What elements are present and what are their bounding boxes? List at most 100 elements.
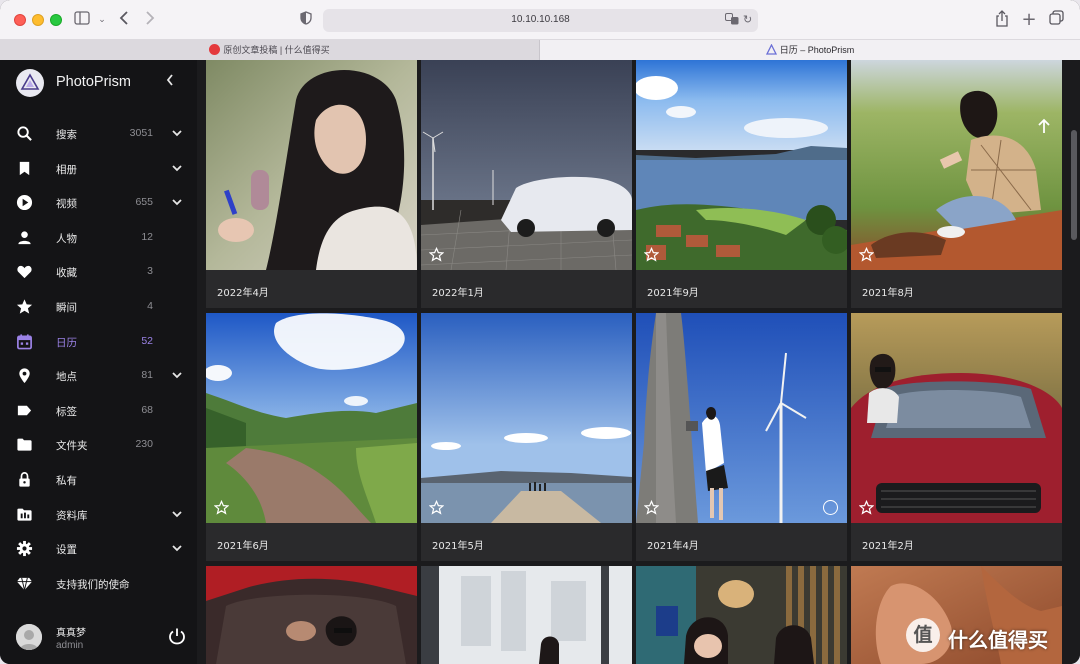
star-icon[interactable] <box>214 500 229 515</box>
month-card[interactable]: 2022年4月 <box>206 60 417 308</box>
month-card[interactable]: 2021年9月 <box>636 60 847 308</box>
chevron-down-icon[interactable] <box>170 541 184 555</box>
chevron-down-icon[interactable]: ⌄ <box>92 10 112 30</box>
month-thumbnail[interactable] <box>636 313 847 523</box>
star-icon <box>16 299 33 314</box>
close-window-button[interactable] <box>14 14 26 26</box>
month-label: 2021年5月 <box>432 541 484 552</box>
month-card[interactable]: 2021年4月 <box>636 313 847 561</box>
month-thumbnail[interactable] <box>206 60 417 270</box>
month-label: 2022年4月 <box>217 288 269 299</box>
minimize-window-button[interactable] <box>32 14 44 26</box>
tab-photoprism[interactable]: 日历 – PhotoPrism <box>540 40 1080 60</box>
sidebar-toggle-icon[interactable] <box>72 10 92 30</box>
sidebar-item-library[interactable]: 资料库 <box>0 498 197 533</box>
sidebar-item-albums[interactable]: 相册 <box>0 152 197 187</box>
star-icon[interactable] <box>429 247 444 262</box>
photoprism-logo-icon[interactable] <box>16 69 44 97</box>
smzdm-favicon-icon <box>209 44 221 55</box>
back-arrow-icon[interactable] <box>114 10 134 30</box>
sidebar-item-label: 瞬间 <box>56 301 77 314</box>
person-icon <box>18 231 31 244</box>
sidebar-item-people[interactable]: 人物 12 <box>0 221 197 256</box>
tab-smzdm[interactable]: 原创文章投稿 | 什么值得买 <box>0 40 540 60</box>
privacy-shield-icon[interactable] <box>300 10 312 29</box>
sidebar-item-places[interactable]: 地点 81 <box>0 359 197 394</box>
sidebar-item-labels[interactable]: 标签 68 <box>0 394 197 429</box>
sidebar-item-count: 81 <box>141 369 153 382</box>
month-card[interactable] <box>421 566 632 664</box>
sidebar-item-label: 收藏 <box>56 267 77 280</box>
folder-icon <box>17 438 32 451</box>
address-bar[interactable]: 10.10.10.168 ↻ <box>323 9 758 32</box>
star-icon[interactable] <box>644 500 659 515</box>
photoprism-favicon-icon <box>765 42 777 55</box>
gear-icon <box>16 541 33 557</box>
chevron-down-icon[interactable] <box>170 161 184 175</box>
sidebar-item-count: 12 <box>141 230 153 243</box>
sidebar-item-count: 655 <box>135 196 153 209</box>
avatar[interactable] <box>16 624 42 650</box>
sidebar-item-folders[interactable]: 文件夹 230 <box>0 428 197 463</box>
month-thumbnail[interactable] <box>421 60 632 270</box>
month-card[interactable] <box>636 566 847 664</box>
sidebar-item-label: 视频 <box>56 198 77 211</box>
diamond-icon <box>16 577 33 590</box>
star-icon[interactable] <box>429 500 444 515</box>
month-thumbnail[interactable] <box>421 566 632 664</box>
zoom-window-button[interactable] <box>50 14 62 26</box>
star-icon[interactable] <box>644 247 659 262</box>
user-panel[interactable]: 真真梦 admin <box>0 615 197 664</box>
power-icon[interactable] <box>168 627 186 645</box>
star-icon[interactable] <box>859 500 874 515</box>
star-icon[interactable] <box>859 247 874 262</box>
tag-icon <box>17 405 32 415</box>
arrow-up-icon[interactable] <box>1037 118 1051 134</box>
tab-overview-icon[interactable] <box>1046 10 1066 30</box>
bookmark-icon <box>19 161 30 175</box>
month-thumbnail[interactable] <box>851 60 1062 270</box>
month-thumbnail[interactable] <box>421 313 632 523</box>
sidebar-item-search[interactable]: 搜索 3051 <box>0 117 197 152</box>
select-toggle-icon[interactable] <box>823 500 838 515</box>
month-thumbnail[interactable] <box>206 566 417 664</box>
month-thumbnail[interactable] <box>636 566 847 664</box>
collapse-sidebar-icon[interactable] <box>160 72 180 92</box>
month-label: 2021年4月 <box>647 541 699 552</box>
sidebar-item-count: 230 <box>135 438 153 451</box>
chevron-down-icon[interactable] <box>170 195 184 209</box>
month-card[interactable] <box>206 566 417 664</box>
month-label: 2021年2月 <box>862 541 914 552</box>
forward-arrow-icon[interactable] <box>140 10 160 30</box>
month-thumbnail[interactable] <box>636 60 847 270</box>
share-icon[interactable] <box>992 10 1012 30</box>
sidebar-item-settings[interactable]: 设置 <box>0 532 197 567</box>
chevron-down-icon[interactable] <box>170 126 184 140</box>
month-card[interactable]: 2021年6月 <box>206 313 417 561</box>
sidebar-item-calendar[interactable]: 日历 52 <box>0 325 197 360</box>
sidebar-item-private[interactable]: 私有 <box>0 463 197 498</box>
month-thumbnail[interactable] <box>851 313 1062 523</box>
sidebar-item-favorites[interactable]: 收藏 3 <box>0 255 197 290</box>
scrollbar-thumb[interactable] <box>1071 130 1077 240</box>
month-card[interactable]: 2021年5月 <box>421 313 632 561</box>
sidebar-item-label: 标签 <box>56 405 77 418</box>
sidebar-item-moments[interactable]: 瞬间 4 <box>0 290 197 325</box>
new-tab-icon[interactable]: + <box>1019 10 1039 30</box>
translate-icon[interactable] <box>725 13 739 28</box>
month-thumbnail[interactable] <box>206 313 417 523</box>
address-text: 10.10.10.168 <box>511 14 570 25</box>
chevron-down-icon[interactable] <box>170 368 184 382</box>
watermark: 值 什么值得买 <box>906 616 1076 656</box>
month-card[interactable]: 2022年1月 <box>421 60 632 308</box>
sidebar-item-videos[interactable]: 视频 655 <box>0 186 197 221</box>
month-label: 2021年6月 <box>217 541 269 552</box>
sidebar-item-label: 私有 <box>56 474 77 487</box>
chevron-down-icon[interactable] <box>170 507 184 521</box>
sidebar-item-label: 资料库 <box>56 509 88 522</box>
month-card[interactable]: 2021年8月 <box>851 60 1062 308</box>
sidebar-item-count: 3051 <box>129 127 153 139</box>
sidebar-item-support[interactable]: 支持我们的使命 <box>0 567 197 602</box>
month-card[interactable]: 2021年2月 <box>851 313 1062 561</box>
reload-icon[interactable]: ↻ <box>743 13 752 26</box>
